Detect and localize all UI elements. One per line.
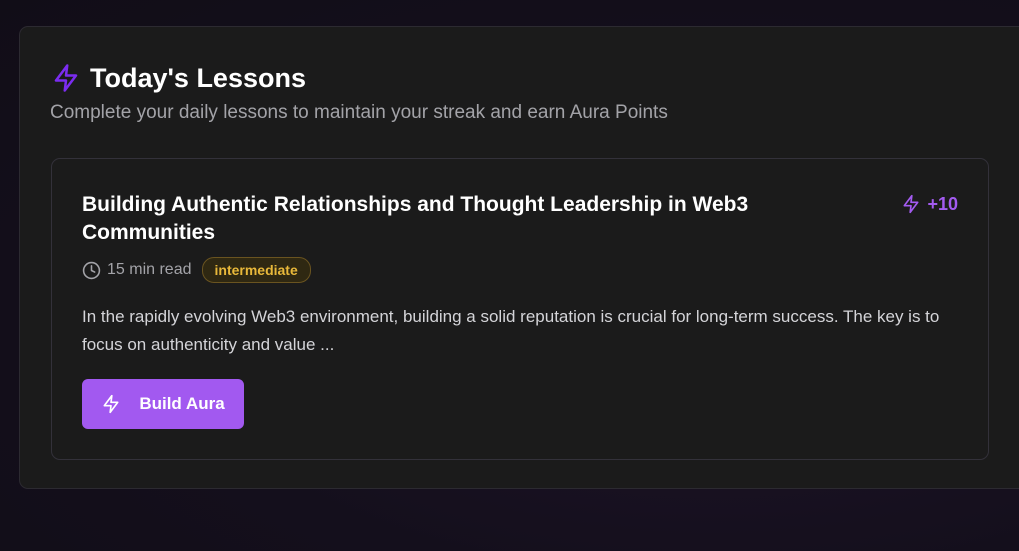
lightning-icon	[901, 193, 921, 215]
lesson-card: Building Authentic Relationships and Tho…	[51, 158, 989, 460]
lightning-icon	[51, 63, 81, 93]
lessons-panel: Today's Lessons Complete your daily less…	[19, 26, 1019, 489]
build-aura-button[interactable]: Build Aura	[82, 379, 244, 429]
read-time: 15 min read	[107, 261, 192, 278]
aura-points-value: +10	[927, 193, 958, 214]
section-header: Today's Lessons	[51, 61, 306, 95]
section-subtitle: Complete your daily lessons to maintain …	[50, 102, 668, 123]
lesson-meta: 15 min read intermediate	[82, 257, 311, 283]
lightning-icon	[101, 393, 121, 415]
lesson-excerpt: In the rapidly evolving Web3 environment…	[82, 307, 940, 354]
build-aura-label: Build Aura	[139, 394, 225, 413]
lesson-title: Building Authentic Relationships and Tho…	[82, 193, 749, 244]
aura-points-badge: +10	[901, 193, 958, 215]
page-title: Today's Lessons	[90, 63, 306, 93]
clock-icon	[82, 261, 101, 280]
difficulty-badge: intermediate	[201, 257, 311, 283]
